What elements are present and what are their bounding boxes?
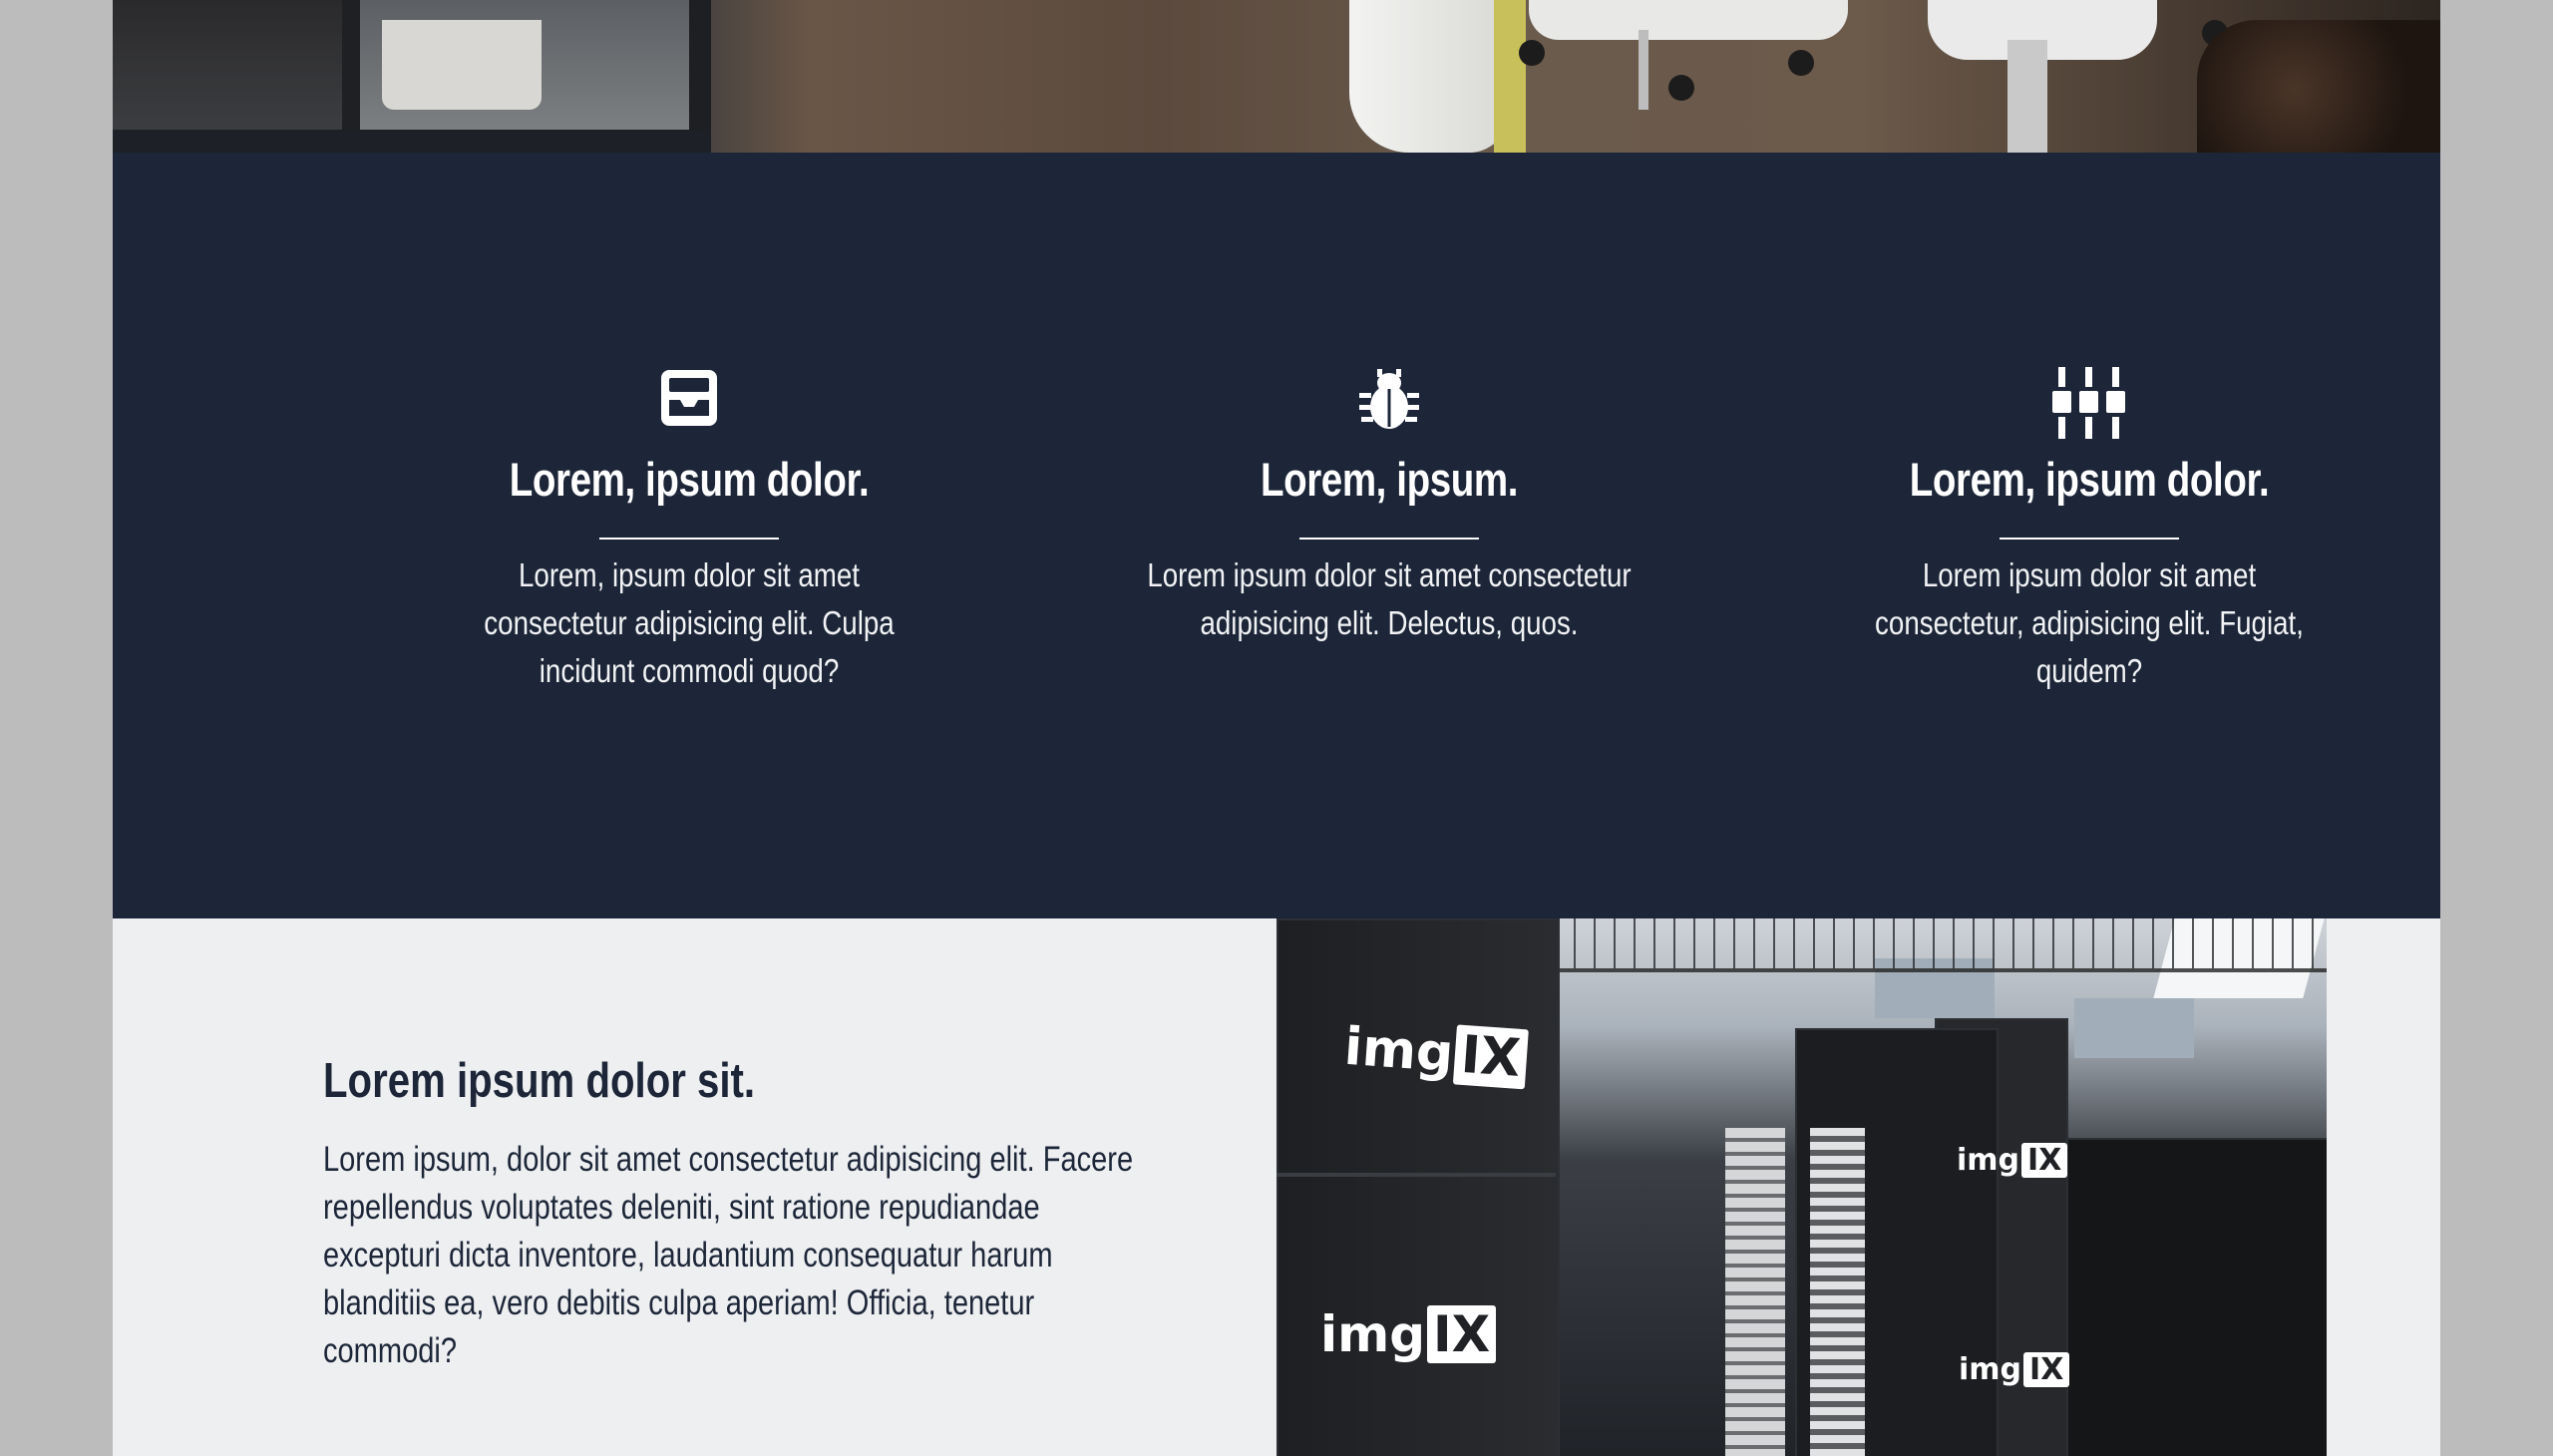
- feature-divider: [599, 538, 779, 540]
- feature-text: Lorem ipsum dolor sit amet consectetur, …: [1875, 556, 2304, 689]
- feature-title: Lorem, ipsum dolor.: [509, 453, 870, 506]
- about-body: Lorem ipsum, dolor sit amet consectetur …: [323, 1140, 1134, 1370]
- feature-title: Lorem, ipsum.: [1260, 453, 1519, 506]
- server-room-image: imgIX img IX img IX img IX: [1276, 918, 2327, 1456]
- feature-text: Lorem ipsum dolor sit amet consectetur a…: [1147, 556, 1632, 641]
- about-heading: Lorem ipsum dolor sit.: [323, 1054, 756, 1108]
- page: Lorem, ipsum dolor. Lorem, ipsum dolor s…: [113, 0, 2440, 1456]
- about-section: Lorem ipsum dolor sit. Lorem ipsum, dolo…: [113, 918, 2440, 1456]
- features-section: Lorem, ipsum dolor. Lorem, ipsum dolor s…: [113, 153, 2440, 918]
- feature-divider: [2000, 538, 2179, 540]
- sliders-icon: [1740, 367, 2438, 439]
- hero-photo: [113, 0, 2440, 153]
- bug-icon: [1040, 367, 1738, 431]
- imgix-logo: imgIX: [1959, 1352, 2070, 1387]
- feature-divider: [1299, 538, 1479, 540]
- imgix-logo: imgIX: [1957, 1143, 2068, 1178]
- inbox-tray-icon: [340, 367, 1038, 431]
- imgix-logo: imgIX: [1342, 1017, 1529, 1090]
- feature-title: Lorem, ipsum dolor.: [1909, 453, 2270, 506]
- imgix-logo: imgIX: [1320, 1305, 1497, 1363]
- feature-text: Lorem, ipsum dolor sit amet consectetur …: [484, 556, 895, 689]
